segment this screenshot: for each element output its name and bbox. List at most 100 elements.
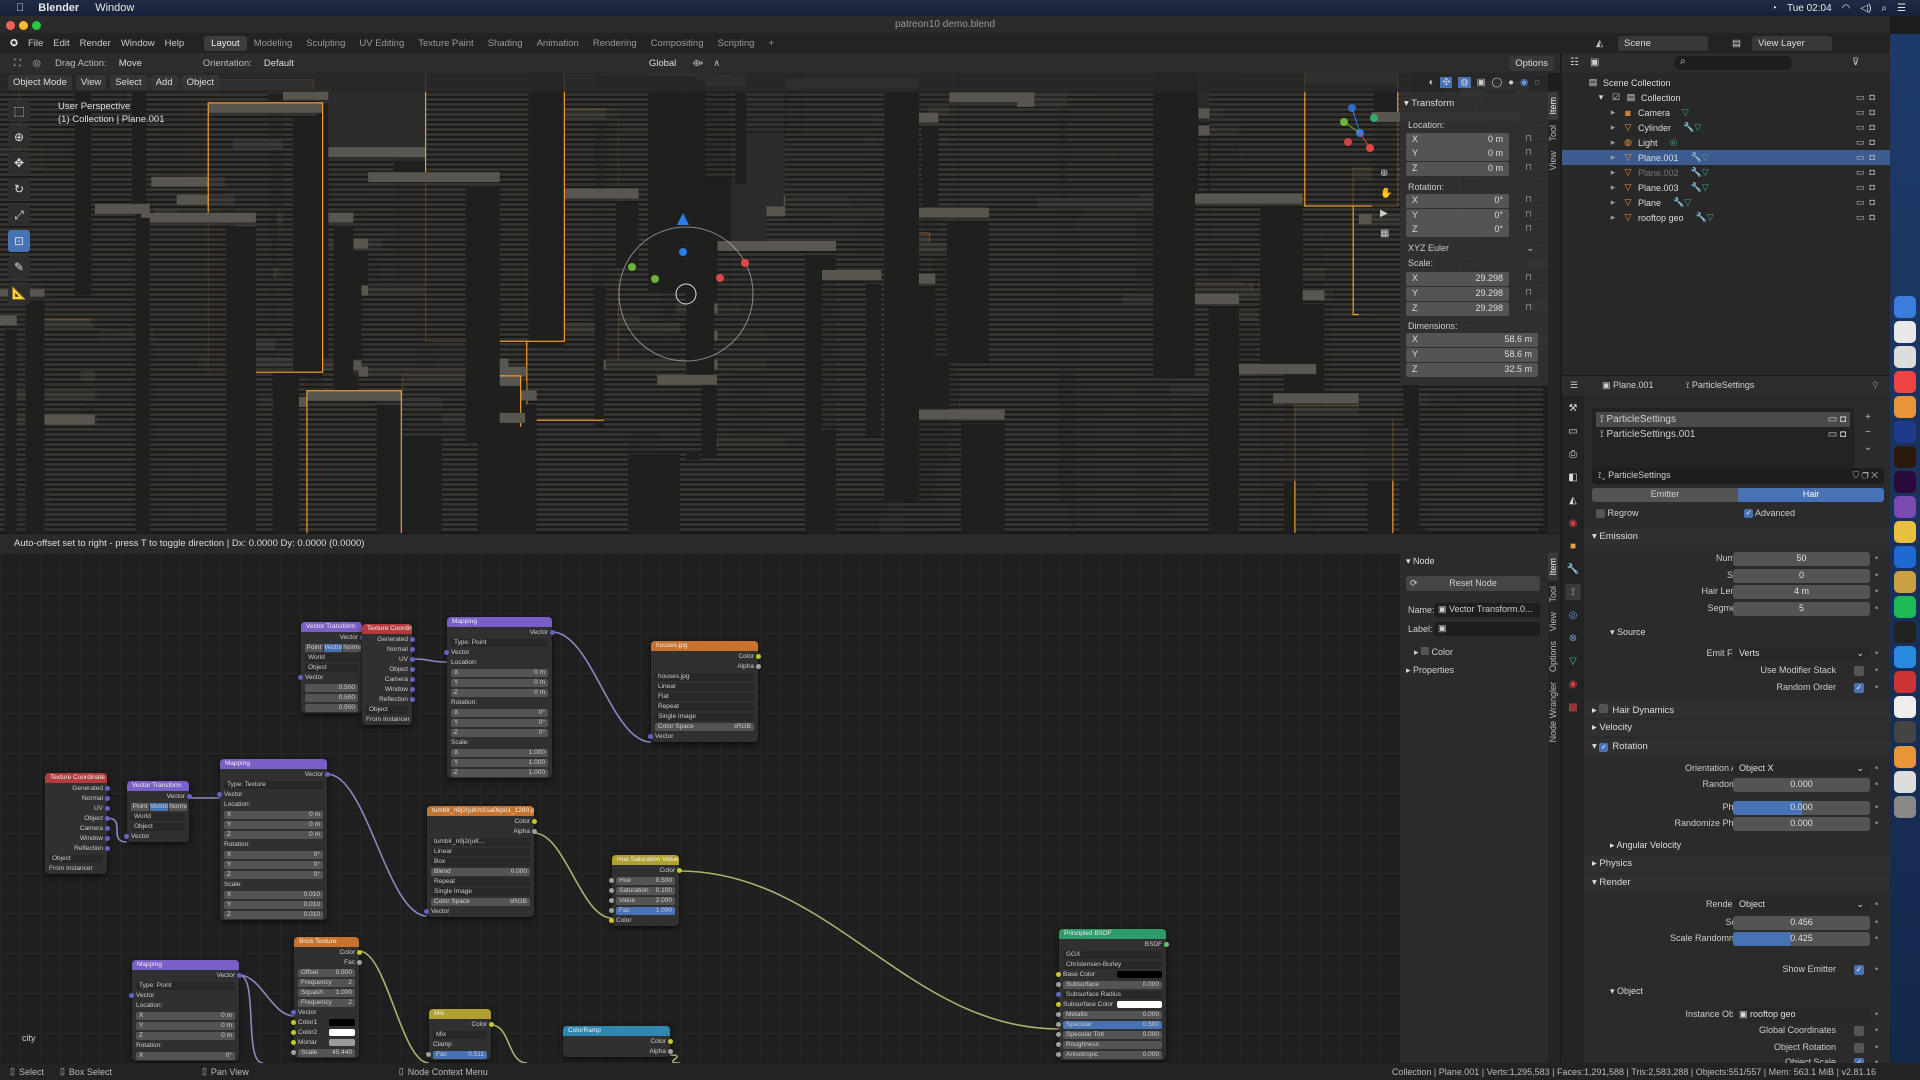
tab-rendering[interactable]: Rendering — [586, 36, 644, 51]
tab-view[interactable]: View — [1548, 607, 1558, 636]
proportional-edit-icon[interactable]: ∧ — [713, 58, 720, 69]
active-tool-icon[interactable]: ◎ — [33, 58, 41, 69]
reset-node-button[interactable]: ⟳ Reset Node — [1406, 576, 1540, 591]
node-texture-coordinate[interactable]: Texture CoordinateGeneratedNormalUVObjec… — [45, 773, 110, 874]
node-title[interactable]: Principled BSDF — [1059, 929, 1166, 939]
dock-app-icon[interactable] — [1894, 321, 1916, 343]
menu-edit[interactable]: Edit — [53, 38, 69, 49]
node-name-field[interactable]: ▣ Vector Transform.0... — [1434, 603, 1540, 617]
rotate-tool-icon[interactable]: ↻ — [8, 178, 30, 200]
color-swatch[interactable] — [329, 1039, 355, 1046]
node-socket-row[interactable]: Object — [49, 854, 103, 863]
node-socket-row[interactable]: Vector — [129, 991, 235, 1000]
visibility-toggles[interactable]: ▭◘ — [1856, 152, 1880, 163]
tab-animation[interactable]: Animation — [530, 36, 586, 51]
dock-app-icon[interactable] — [1894, 496, 1916, 518]
dropdown[interactable]: Object X ⌄ — [1733, 762, 1870, 776]
select-box-tool-icon[interactable]: ⬚ — [8, 100, 30, 122]
node-socket-row[interactable]: Vector — [291, 1008, 355, 1017]
node-socket-row[interactable]: Repeat — [431, 877, 530, 886]
node-socket-row[interactable]: UV — [49, 804, 110, 813]
checkbox[interactable]: ✓ — [1854, 683, 1864, 693]
panel-rotation[interactable]: ▾ ✓ Rotation — [1584, 739, 1890, 755]
world-tab-icon[interactable]: ◉ — [1565, 515, 1581, 531]
node-socket-row[interactable]: Linear — [655, 682, 754, 691]
panel-hair-dynamics[interactable]: ▸ Hair Dynamics — [1584, 702, 1890, 718]
output-socket[interactable] — [410, 657, 415, 662]
keyframe-dot[interactable]: • — [1875, 763, 1878, 773]
menu-render[interactable]: Render — [80, 38, 111, 49]
list-item[interactable]: ⟟ ParticleSettings ▭ ◘ — [1596, 412, 1850, 427]
node-socket-row[interactable]: BSDF — [1063, 940, 1169, 949]
node-socket-row[interactable]: Y0 m — [224, 820, 323, 829]
lock-icon[interactable]: ⊓ — [1525, 272, 1532, 283]
dock-app-icon[interactable] — [1894, 771, 1916, 793]
node-socket-row[interactable]: Z 1.000 — [451, 768, 548, 777]
3d-viewport[interactable] — [0, 73, 1548, 533]
node-socket-row[interactable]: Z 0° — [451, 728, 548, 737]
number-field[interactable]: 0.456 — [1733, 916, 1870, 930]
app-menu[interactable]: Blender — [38, 2, 79, 14]
move-tool-icon[interactable]: ✥ — [8, 152, 30, 174]
node-socket-row[interactable]: Y0 m — [136, 1021, 235, 1030]
node-colorramp[interactable]: ColorRamp Color Alpha — [563, 1026, 673, 1057]
node-socket-row[interactable]: Vector — [424, 907, 530, 916]
node-socket-row[interactable]: Type: Point — [451, 638, 548, 647]
node-socket-row[interactable]: Single Image — [655, 712, 754, 721]
lock-icon[interactable]: ⊓ — [1525, 162, 1532, 173]
node-socket-row[interactable]: Alpha — [431, 827, 537, 836]
node-socket-row[interactable]: Color2 — [291, 1028, 355, 1037]
node-socket-row[interactable]: Vector — [451, 628, 555, 637]
menu-view[interactable]: View — [75, 75, 107, 90]
expand-icon[interactable]: ▸ — [1608, 182, 1618, 193]
input-socket[interactable] — [291, 1050, 296, 1055]
node-socket-row[interactable]: Y 0.010 — [224, 900, 323, 909]
node-socket-row[interactable]: Anisotropic 0.000 — [1056, 1050, 1162, 1059]
node-socket-row[interactable]: Roughness — [1056, 1040, 1162, 1049]
keyframe-dot[interactable]: • — [1875, 682, 1878, 692]
input-socket[interactable] — [124, 834, 129, 839]
dock-app-icon[interactable] — [1894, 596, 1916, 618]
node-mix[interactable]: Mix Color Mix Clamp Fac 0.511 — [426, 1009, 494, 1060]
outliner-item[interactable]: ▸ ▽ Plane.002 🔧 ▽ ▭◘ — [1562, 165, 1890, 180]
node-socket-row[interactable]: Window — [49, 834, 110, 843]
node-socket-row[interactable]: X0 m — [224, 810, 323, 819]
dock-app-icon[interactable] — [1894, 546, 1916, 568]
node-socket-row[interactable]: Generated — [366, 635, 415, 644]
node-socket-row[interactable]: X 0° — [136, 1051, 235, 1060]
particles-tab-icon[interactable]: ⟟ — [1565, 584, 1581, 600]
expand-icon[interactable]: ▸ — [1608, 137, 1618, 148]
node-title[interactable]: Mapping — [220, 759, 327, 769]
input-socket[interactable] — [1056, 992, 1061, 997]
node-socket-row[interactable]: Vector — [131, 792, 192, 801]
volume-icon[interactable]: ◁) — [1860, 3, 1871, 14]
transform-tool-icon[interactable]: ⊡ — [8, 230, 30, 252]
node-socket-row[interactable]: Color — [655, 652, 761, 661]
input-socket[interactable] — [1056, 1002, 1061, 1007]
outliner-item[interactable]: ▸ ▽ Plane.001 🔧 ▽ ▭◘ — [1562, 150, 1890, 165]
dimensions-y-field[interactable]: Y 58.6 m — [1406, 348, 1538, 362]
dock-app-icon[interactable] — [1894, 471, 1916, 493]
visibility-toggles[interactable]: ▭◘ — [1856, 137, 1880, 148]
node-socket-row[interactable]: Z0 m — [451, 688, 548, 697]
output-socket[interactable] — [357, 950, 362, 955]
menu-add[interactable]: Add — [150, 75, 178, 90]
color-swatch[interactable] — [1117, 1001, 1162, 1008]
output-socket[interactable] — [410, 677, 415, 682]
display-mode-icon[interactable]: ☷ — [1570, 57, 1579, 68]
node-socket-row[interactable]: Color — [433, 1020, 494, 1029]
lock-icon[interactable]: ⊓ — [1525, 209, 1532, 220]
data-tab-icon[interactable]: ▽ — [1565, 653, 1581, 669]
node-socket-row[interactable]: GGX — [1063, 950, 1162, 959]
properties-subpanel[interactable]: ▸ Properties — [1406, 665, 1454, 676]
scale-x-field[interactable]: X 29.298 — [1406, 272, 1509, 286]
visibility-icon[interactable]: ◐ — [1429, 77, 1435, 88]
output-socket[interactable] — [532, 819, 537, 824]
add-workspace-button[interactable]: + — [761, 36, 781, 51]
outliner-item[interactable]: ▸ ◍ Light ◎ ▭◘ — [1562, 135, 1890, 150]
toggle-option[interactable]: Point — [305, 643, 324, 652]
advanced-checkbox[interactable]: ✓ Advanced — [1744, 508, 1795, 519]
node-socket-row[interactable]: Frequency 2 — [298, 978, 355, 987]
tab-item[interactable]: Item — [1548, 92, 1558, 120]
view-layer-tab-icon[interactable]: ◧ — [1565, 469, 1581, 485]
